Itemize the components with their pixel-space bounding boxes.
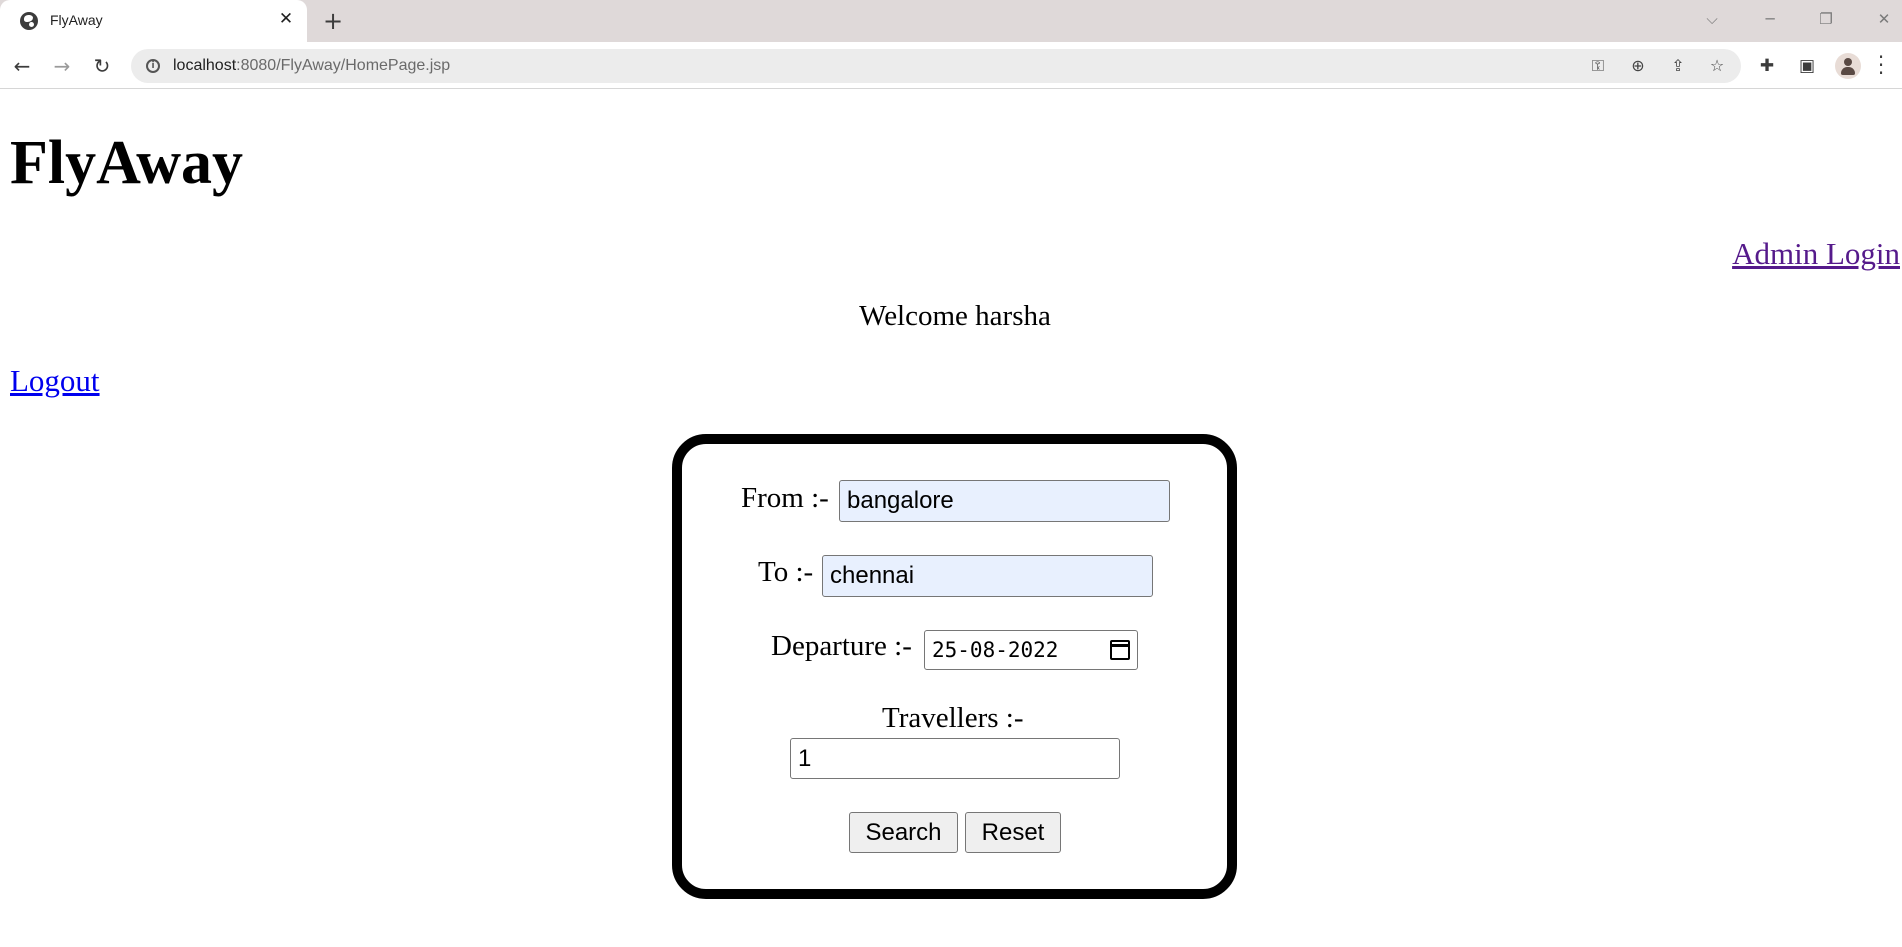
- welcome-message: Welcome harsha: [859, 300, 1051, 332]
- star-icon[interactable]: ☆: [1705, 54, 1729, 78]
- site-title: FlyAway: [10, 129, 244, 197]
- travellers-label: Travellers :-: [882, 702, 1024, 734]
- travellers-input[interactable]: 1: [790, 738, 1120, 779]
- profile-icon[interactable]: [1835, 53, 1861, 79]
- tab-strip: FlyAway ✕ + ⌵ ─ ❐ ✕: [0, 0, 1902, 42]
- calendar-icon[interactable]: [1110, 640, 1130, 660]
- tab-search-icon[interactable]: ⌵: [1692, 0, 1732, 42]
- from-label: From :-: [741, 482, 829, 514]
- search-button[interactable]: Search: [849, 812, 958, 853]
- new-tab-button[interactable]: +: [320, 7, 346, 35]
- info-icon[interactable]: i: [146, 59, 160, 73]
- url-text[interactable]: localhost:8080/FlyAway/HomePage.jsp: [173, 57, 450, 75]
- forward-arrow-icon[interactable]: →: [47, 51, 77, 81]
- side-panel-icon[interactable]: ▣: [1795, 54, 1819, 78]
- url-path: :8080/FlyAway/HomePage.jsp: [236, 57, 451, 74]
- address-bar[interactable]: i localhost:8080/FlyAway/HomePage.jsp ⚿ …: [131, 49, 1741, 83]
- to-input[interactable]: chennai: [822, 555, 1153, 597]
- url-host: localhost: [173, 57, 237, 74]
- reset-button[interactable]: Reset: [965, 812, 1061, 853]
- browser-tab[interactable]: FlyAway ✕: [0, 0, 307, 42]
- globe-icon: [20, 12, 38, 30]
- admin-login-link[interactable]: Admin Login: [1732, 236, 1900, 272]
- share-icon[interactable]: ⇪: [1666, 54, 1690, 78]
- window-close-icon[interactable]: ✕: [1864, 0, 1902, 42]
- browser-toolbar: ← → ↻ i localhost:8080/FlyAway/HomePage.…: [0, 42, 1902, 89]
- to-label: To :-: [758, 556, 814, 588]
- restore-icon[interactable]: ❐: [1806, 0, 1846, 42]
- reload-icon[interactable]: ↻: [87, 51, 117, 81]
- menu-icon[interactable]: · · ·: [1876, 47, 1886, 83]
- departure-date-input[interactable]: 25-08-2022: [924, 630, 1138, 670]
- departure-date-value: 25-08-2022: [932, 638, 1059, 662]
- extensions-icon[interactable]: ✚: [1755, 54, 1779, 78]
- departure-label: Departure :-: [771, 630, 912, 662]
- key-icon[interactable]: ⚿: [1586, 54, 1610, 78]
- logout-link[interactable]: Logout: [10, 363, 100, 399]
- back-arrow-icon[interactable]: ←: [7, 51, 37, 81]
- close-tab-icon[interactable]: ✕: [276, 9, 296, 31]
- tab-title: FlyAway: [50, 12, 103, 28]
- from-input[interactable]: bangalore: [839, 480, 1170, 522]
- minimize-icon[interactable]: ─: [1750, 0, 1790, 42]
- zoom-icon[interactable]: ⊕: [1626, 54, 1650, 78]
